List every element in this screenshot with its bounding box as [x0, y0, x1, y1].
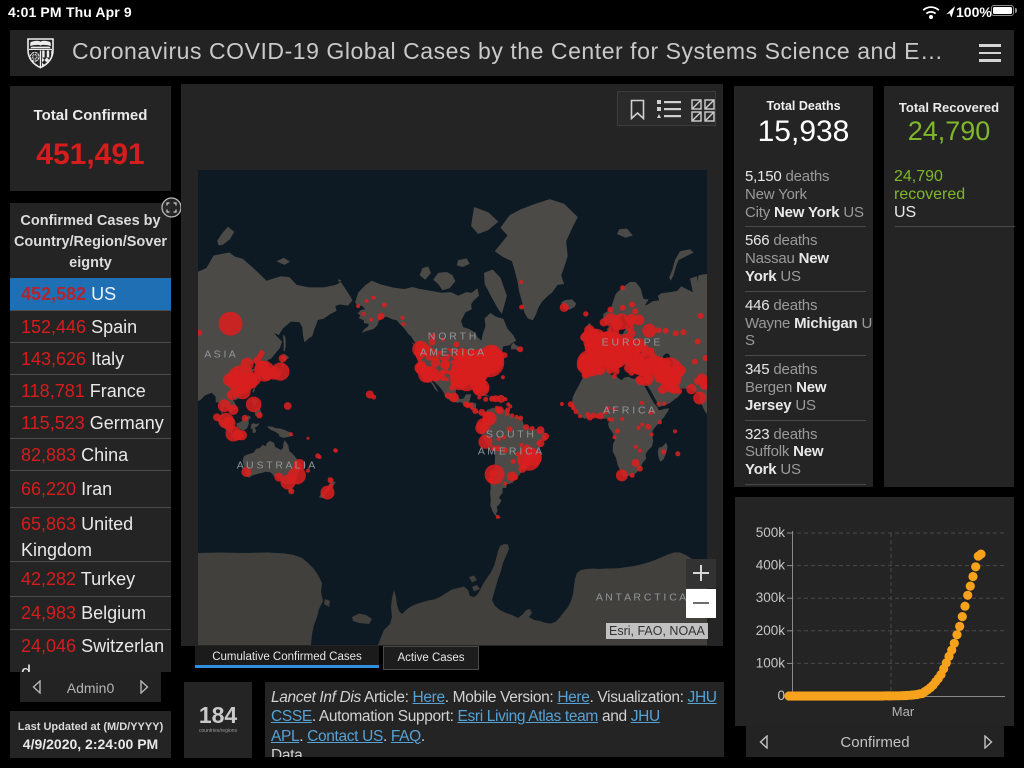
svg-text:A F R I C A: A F R I C A [603, 405, 655, 417]
svg-text:400k: 400k [756, 558, 786, 573]
svg-text:A U S T R A L I A: A U S T R A L I A [237, 460, 316, 472]
svg-text:100k: 100k [756, 655, 786, 670]
svg-text:A S I A: A S I A [204, 349, 236, 361]
svg-text:S O U T H: S O U T H [486, 429, 534, 441]
svg-text:Mar: Mar [892, 704, 915, 719]
svg-text:200k: 200k [756, 623, 786, 638]
svg-text:A N T A R C T I C A: A N T A R C T I C A [596, 592, 686, 604]
svg-text:A M E R I C A: A M E R I C A [420, 347, 484, 359]
svg-text:E U R O P E: E U R O P E [602, 337, 661, 349]
svg-text:A M E R I C A: A M E R I C A [478, 446, 542, 458]
svg-text:500k: 500k [756, 525, 786, 540]
svg-text:N O R T H: N O R T H [428, 331, 477, 343]
svg-text:0: 0 [777, 688, 785, 703]
svg-text:300k: 300k [756, 590, 786, 605]
